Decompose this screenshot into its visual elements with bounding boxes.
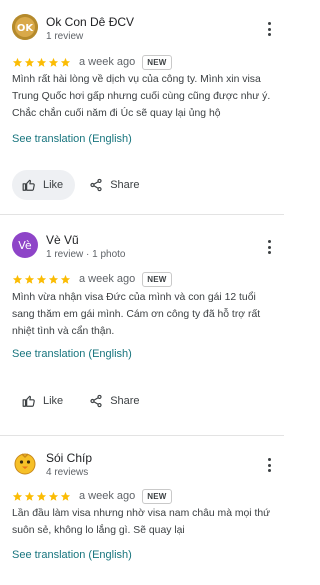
svg-text:OK: OK (17, 23, 35, 34)
avatar-initials: Vè (18, 238, 32, 252)
reviewer-meta: 4 reviews (46, 467, 89, 478)
review-card: Vè Vè Vũ 1 review · 1 photo a week ago N… (0, 215, 284, 436)
see-translation-link[interactable]: See translation (English) (12, 348, 132, 360)
review-header: Sói Chíp 4 reviews (12, 450, 272, 484)
new-badge: NEW (142, 488, 172, 504)
review-actions: Like Share (12, 386, 140, 416)
share-label: Share (110, 395, 140, 407)
like-button[interactable]: Like (12, 170, 76, 200)
star-icon (36, 274, 47, 284)
star-icon (60, 491, 71, 501)
star-rating (12, 274, 71, 285)
share-label: Share (110, 179, 140, 191)
new-badge: NEW (142, 271, 172, 287)
reviewer-meta: 1 review (46, 31, 84, 42)
review-text: Mình rất hài lòng về dịch vụ của công ty… (12, 71, 278, 122)
thumb-up-icon (22, 395, 35, 407)
share-icon (90, 178, 102, 192)
reviewer-name[interactable]: Vè Vũ (46, 233, 79, 247)
review-text-line: nhiệt tình và cẩn thận. (12, 326, 115, 337)
reviewer-name[interactable]: Ok Con Dê ĐCV (46, 15, 134, 29)
star-icon (24, 57, 35, 67)
avatar[interactable]: Vè (12, 232, 38, 258)
review-text: Lần đầu làm visa nhưng nhờ visa nam châu… (12, 505, 278, 539)
star-rating (12, 491, 71, 502)
review-time: a week ago (79, 56, 136, 68)
star-icon (12, 491, 23, 501)
chick-avatar-icon (14, 453, 36, 475)
new-badge: NEW (142, 54, 172, 70)
like-label: Like (43, 395, 64, 407)
review-text-line: Lần đầu làm visa nhưng nhờ visa nam châu… (12, 508, 271, 519)
review-card: Sói Chíp 4 reviews a week ago NEW Lần đầ… (0, 436, 284, 585)
star-icon (48, 491, 59, 501)
review-card: OK Ok Con Dê ĐCV 1 review a week ago NEW… (0, 0, 284, 215)
star-icon (60, 57, 71, 67)
thumb-up-icon (22, 179, 35, 191)
star-icon (60, 274, 71, 284)
ok-logo-avatar-icon: OK (12, 14, 38, 40)
like-button[interactable]: Like (12, 386, 75, 416)
review-time: a week ago (79, 490, 136, 502)
see-translation-link[interactable]: See translation (English) (12, 133, 132, 145)
review-text-line: suôn sẻ, không lo lắng gì. Sẽ quay lại (12, 525, 185, 536)
share-button[interactable]: Share (89, 386, 140, 416)
review-text-line: Mình rất hài lòng về dịch vụ của công ty… (12, 74, 261, 85)
more-options-icon[interactable] (266, 458, 272, 472)
review-actions: Like Share (12, 170, 140, 200)
avatar[interactable]: OK (12, 14, 38, 40)
share-icon (90, 394, 102, 408)
review-text: Mình vừa nhận visa Đức của mình và con g… (12, 289, 278, 340)
review-header: OK Ok Con Dê ĐCV 1 review (12, 14, 272, 48)
review-text-line: Chắc chắn cuối năm đi Úc sẽ quay lại ủng… (12, 108, 221, 119)
review-text-line: Mình vừa nhận visa Đức của mình và con g… (12, 292, 256, 303)
review-text-line: Trung Quốc hơi gấp nhưng cuối cùng cũng … (12, 91, 271, 102)
star-rating (12, 57, 71, 68)
more-options-icon[interactable] (266, 240, 272, 254)
star-icon (24, 274, 35, 284)
rating-row: a week ago NEW (12, 488, 272, 504)
reviewer-meta: 1 review · 1 photo (46, 249, 126, 260)
more-options-icon[interactable] (266, 22, 272, 36)
star-icon (12, 57, 23, 67)
star-icon (24, 491, 35, 501)
share-button[interactable]: Share (89, 170, 140, 200)
rating-row: a week ago NEW (12, 54, 272, 70)
review-text-line: sang thăm em gái mình. Cám ơn công ty đã… (12, 309, 261, 320)
see-translation-link[interactable]: See translation (English) (12, 549, 132, 561)
star-icon (12, 274, 23, 284)
reviewer-name[interactable]: Sói Chíp (46, 451, 92, 465)
star-icon (48, 274, 59, 284)
review-header: Vè Vè Vũ 1 review · 1 photo (12, 232, 272, 266)
reviews-feed: OK Ok Con Dê ĐCV 1 review a week ago NEW… (0, 0, 284, 585)
star-icon (36, 57, 47, 67)
avatar[interactable] (12, 450, 38, 476)
like-label: Like (43, 179, 64, 191)
star-icon (36, 491, 47, 501)
star-icon (48, 57, 59, 67)
rating-row: a week ago NEW (12, 271, 272, 287)
review-time: a week ago (79, 273, 136, 285)
